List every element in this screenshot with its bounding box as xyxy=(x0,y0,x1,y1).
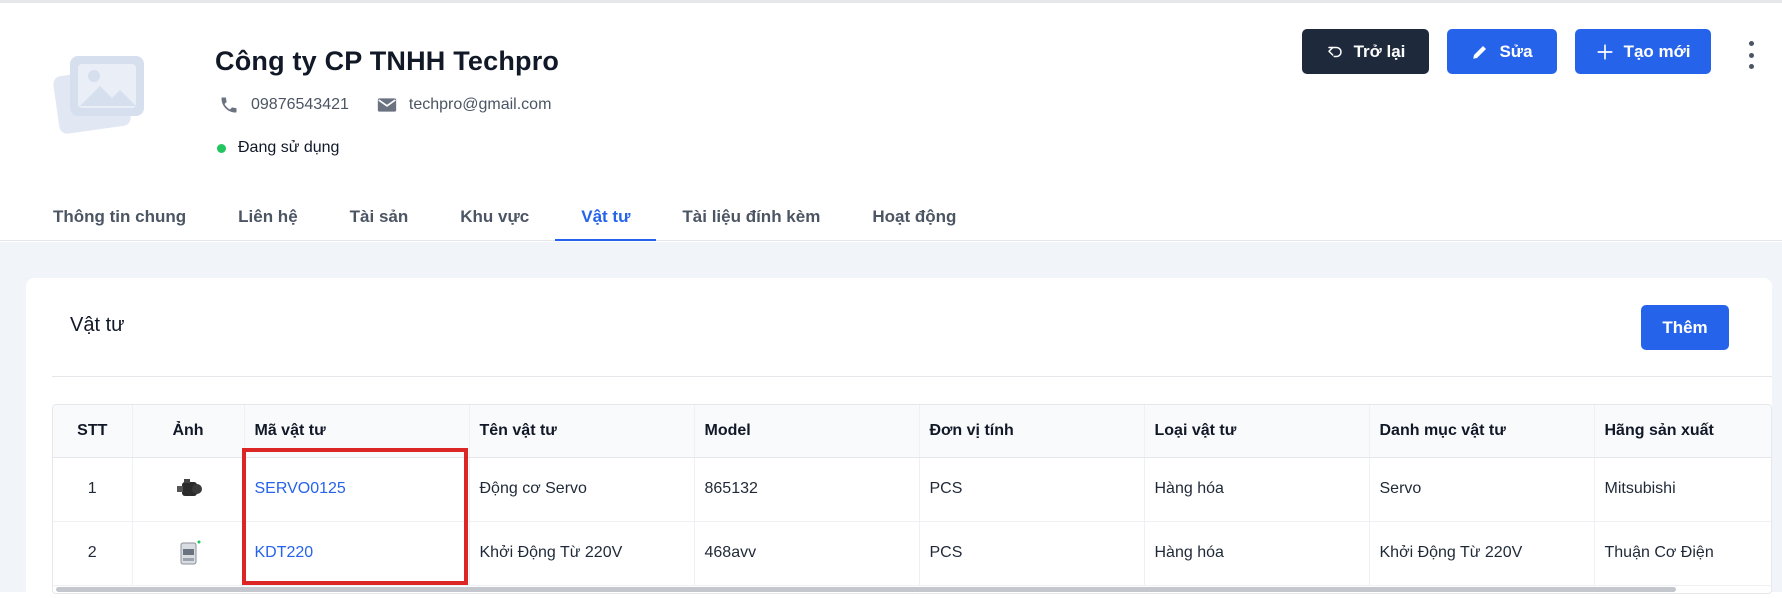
column-header[interactable]: STT xyxy=(53,405,133,458)
phone-contact: 09876543421 xyxy=(219,95,349,115)
row-index: 1 xyxy=(53,457,133,522)
material-model: 865132 xyxy=(694,457,920,522)
material-model: 468avv xyxy=(694,521,920,586)
table-row[interactable]: 1 SERVO0125 Động cơ Servo 865132 PCS Hàn… xyxy=(53,457,1771,522)
material-category: Khởi Động Từ 220V xyxy=(1369,521,1595,586)
material-unit: PCS xyxy=(919,457,1145,522)
tab-areas[interactable]: Khu vực xyxy=(434,193,555,241)
plus-icon xyxy=(1596,43,1613,60)
column-header[interactable]: Hãng sản xuất xyxy=(1594,405,1771,458)
material-category: Servo xyxy=(1369,457,1595,522)
tab-materials[interactable]: Vật tư xyxy=(555,193,657,241)
column-header[interactable]: Mã vật tư xyxy=(244,405,470,458)
row-index: 2 xyxy=(53,521,133,586)
material-type: Hàng hóa xyxy=(1144,457,1370,522)
material-manufacturer: Mitsubishi xyxy=(1594,457,1771,522)
undo-arrow-icon xyxy=(1327,46,1342,57)
add-material-button[interactable]: Thêm xyxy=(1641,305,1729,350)
column-header[interactable]: Đơn vị tính xyxy=(919,405,1145,458)
mail-icon xyxy=(377,98,397,112)
material-code-cell: KDT220 xyxy=(244,521,470,586)
pencil-icon xyxy=(1473,45,1487,59)
divider xyxy=(52,376,1772,377)
create-new-button-label: Tạo mới xyxy=(1623,41,1691,61)
table-header-row: STT Ảnh Mã vật tư Tên vật tư Model Đơn v… xyxy=(53,405,1771,458)
create-new-button[interactable]: Tạo mới xyxy=(1575,29,1711,74)
material-code-cell: SERVO0125 xyxy=(244,457,470,522)
phone-number: 09876543421 xyxy=(251,96,349,113)
edit-button-label: Sửa xyxy=(1499,41,1533,61)
status-badge: Đang sử dụng xyxy=(217,139,339,157)
horizontal-scrollbar[interactable] xyxy=(56,587,1676,592)
material-type: Hàng hóa xyxy=(1144,521,1370,586)
more-options-icon[interactable] xyxy=(1740,41,1762,69)
row-image xyxy=(132,457,245,522)
material-code-link[interactable]: KDT220 xyxy=(255,544,314,561)
company-logo-placeholder-icon xyxy=(50,48,150,138)
contactor-thumbnail-icon xyxy=(180,540,201,565)
page-header: Công ty CP TNHH Techpro 09876543421 tech… xyxy=(0,3,1782,241)
row-image xyxy=(132,521,245,586)
servo-motor-thumbnail-icon xyxy=(177,479,202,496)
tab-bar: Thông tin chung Liên hệ Tài sản Khu vực … xyxy=(27,193,982,241)
material-unit: PCS xyxy=(919,521,1145,586)
materials-table: STT Ảnh Mã vật tư Tên vật tư Model Đơn v… xyxy=(52,404,1772,594)
column-header[interactable]: Model xyxy=(694,405,920,458)
company-name: Công ty CP TNHH Techpro xyxy=(215,46,560,76)
tab-contacts[interactable]: Liên hệ xyxy=(212,193,324,241)
tab-attachments[interactable]: Tài liệu đính kèm xyxy=(656,193,846,241)
phone-icon xyxy=(221,97,237,113)
back-button-label: Trở lại xyxy=(1353,41,1406,61)
materials-card: Vật tư Thêm STT Ảnh Mã vật tư Tên vật tư… xyxy=(26,278,1772,598)
status-label: Đang sử dụng xyxy=(238,139,340,156)
material-name: Động cơ Servo xyxy=(469,457,695,522)
tab-activity[interactable]: Hoạt động xyxy=(846,193,982,241)
material-manufacturer: Thuận Cơ Điện xyxy=(1594,521,1771,586)
status-dot-icon xyxy=(217,143,226,153)
material-code-link[interactable]: SERVO0125 xyxy=(255,480,346,497)
email-address: techpro@gmail.com xyxy=(408,96,552,113)
contact-info: 09876543421 techpro@gmail.com xyxy=(219,95,579,115)
tab-general-info[interactable]: Thông tin chung xyxy=(27,193,212,241)
edit-button[interactable]: Sửa xyxy=(1447,29,1557,74)
tab-assets[interactable]: Tài sản xyxy=(324,193,435,241)
column-header[interactable]: Tên vật tư xyxy=(469,405,695,458)
material-name: Khởi Động Từ 220V xyxy=(469,521,695,586)
column-header[interactable]: Loại vật tư xyxy=(1144,405,1370,458)
column-header[interactable]: Danh mục vật tư xyxy=(1369,405,1595,458)
section-title: Vật tư xyxy=(70,314,125,336)
email-contact: techpro@gmail.com xyxy=(377,96,552,114)
table-row[interactable]: 2 KDT220 Khởi Động Từ 220V 468avv PCS Hà… xyxy=(53,521,1771,586)
column-header[interactable]: Ảnh xyxy=(132,405,245,458)
back-button[interactable]: Trở lại xyxy=(1302,29,1429,74)
